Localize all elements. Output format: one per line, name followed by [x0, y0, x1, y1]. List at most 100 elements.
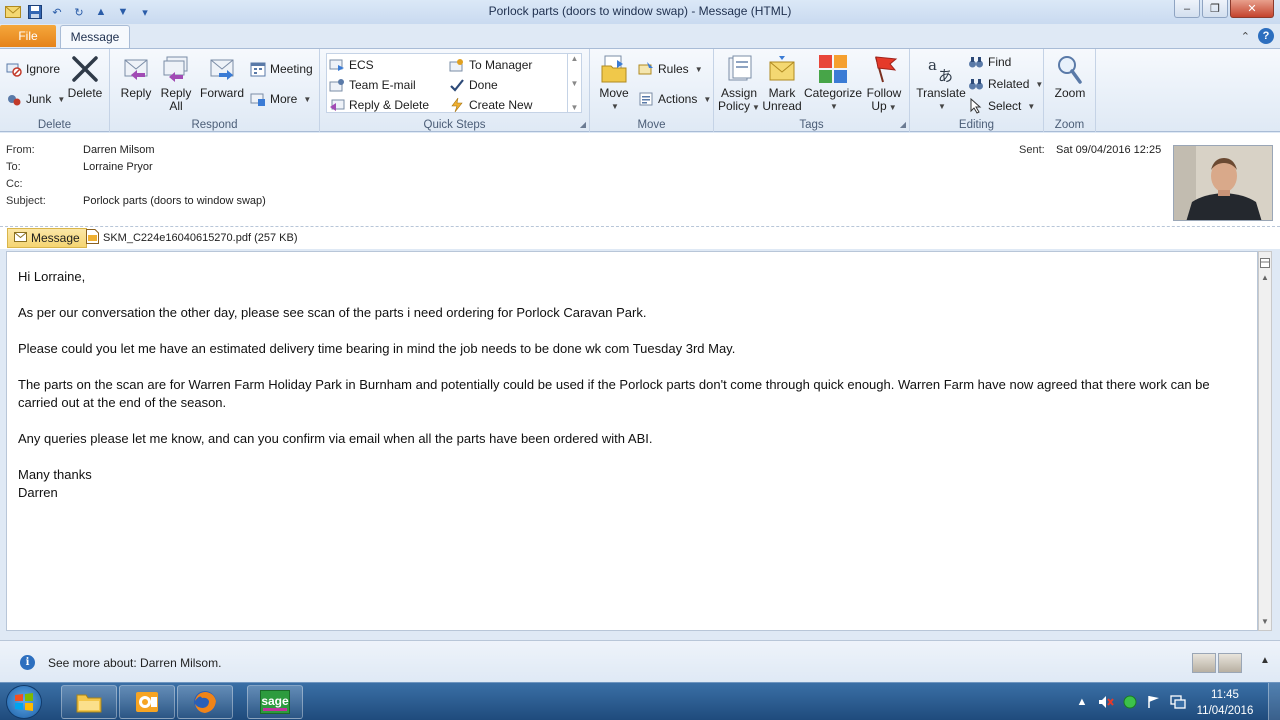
reply-button[interactable]: Reply: [118, 53, 154, 100]
message-header: From: Darren Milsom To: Lorraine Pryor C…: [0, 133, 1280, 227]
body-scrollbar[interactable]: ▲ ▼: [1258, 251, 1272, 631]
volume-muted-icon[interactable]: [1097, 693, 1115, 711]
chevron-down-icon: ▼: [938, 102, 946, 111]
zoom-label: Zoom: [1054, 86, 1086, 100]
expand-gallery-icon[interactable]: ▼: [571, 103, 579, 112]
scroll-down-icon[interactable]: ▼: [571, 79, 579, 88]
actions-icon: [638, 91, 654, 107]
more-icon: [250, 91, 266, 107]
body-paragraph-2: Please could you let me have an estimate…: [18, 341, 736, 356]
body-paragraph-3: The parts on the scan are for Warren Far…: [18, 377, 1210, 410]
translate-button[interactable]: aあ Translate ▼: [914, 53, 968, 113]
person-thumbnail[interactable]: [1218, 653, 1242, 673]
move-button[interactable]: Move ▼: [596, 53, 632, 113]
pdf-file-icon: [86, 229, 99, 247]
related-label: Related: [988, 77, 1030, 91]
move-label: Move: [599, 86, 629, 100]
maximize-button[interactable]: ❐: [1202, 0, 1228, 18]
ribbon-tab-row: File Message ⌃ ?: [0, 24, 1280, 48]
move-group-label: Move: [637, 119, 666, 131]
categorize-button[interactable]: Categorize ▼: [804, 53, 862, 113]
to-manager-icon: [449, 57, 465, 73]
assign-policy-button[interactable]: Assign Policy ▼: [718, 53, 760, 114]
minimize-ribbon-icon[interactable]: ⌃: [1241, 30, 1250, 43]
close-button[interactable]: ✕: [1230, 0, 1274, 18]
meeting-button[interactable]: Meeting: [250, 61, 313, 77]
scroll-up-icon[interactable]: ▲: [571, 54, 579, 63]
zoom-button[interactable]: Zoom: [1050, 53, 1090, 100]
forward-button[interactable]: Forward: [198, 53, 246, 100]
folder-icon: [76, 694, 102, 713]
expand-people-pane-icon[interactable]: ▲: [1260, 655, 1270, 666]
taskbar: sage ▲ 11:45 11/04/2016: [0, 682, 1280, 720]
to-value[interactable]: Lorraine Pryor: [83, 161, 153, 173]
forward-label: Forward: [199, 86, 244, 100]
show-desktop-button[interactable]: [1268, 683, 1280, 720]
minimize-button[interactable]: –: [1174, 0, 1200, 18]
zoom-group-label: Zoom: [1054, 119, 1085, 131]
person-thumbnail[interactable]: [1192, 653, 1216, 673]
mark-unread-button[interactable]: Mark Unread: [762, 53, 802, 113]
more-button[interactable]: More ▼: [250, 91, 311, 107]
sage-logo-text: sage: [261, 693, 289, 708]
taskbar-outlook[interactable]: [119, 685, 175, 719]
message-body[interactable]: Hi Lorraine, As per our conversation the…: [6, 251, 1258, 631]
quick-step-ecs[interactable]: ECS: [329, 57, 374, 73]
find-button[interactable]: Find: [968, 54, 1011, 70]
people-pane-text[interactable]: See more about: Darren Milsom.: [48, 656, 221, 670]
junk-button[interactable]: Junk ▼: [6, 91, 65, 107]
subject-label: Subject:: [6, 195, 46, 207]
taskbar-file-explorer[interactable]: [61, 685, 117, 719]
start-button[interactable]: [6, 685, 42, 719]
mark-unread-label-2: Unread: [762, 99, 802, 113]
scroll-down-icon[interactable]: ▼: [1259, 614, 1271, 628]
subject-value: Porlock parts (doors to window swap): [83, 195, 266, 207]
rules-label: Rules: [658, 62, 689, 76]
action-center-flag-icon[interactable]: [1145, 693, 1163, 711]
quick-step-to-manager[interactable]: To Manager: [449, 57, 532, 73]
delete-button[interactable]: Delete: [66, 53, 104, 100]
lightning-icon: [449, 97, 465, 113]
reply-icon: [120, 53, 152, 85]
system-clock[interactable]: 11:45 11/04/2016: [1190, 687, 1260, 719]
related-button[interactable]: Related ▼: [968, 76, 1043, 92]
meeting-label: Meeting: [270, 62, 313, 76]
panes-icon[interactable]: [1259, 256, 1271, 270]
delete-group: Ignore Junk ▼ Delete Delete: [0, 49, 110, 132]
show-hidden-icons-icon[interactable]: ▲: [1073, 693, 1091, 711]
status-green-icon[interactable]: [1121, 693, 1139, 711]
forward-icon: [206, 53, 238, 85]
quick-step-reply-delete[interactable]: Reply & Delete: [329, 97, 429, 113]
window-controls: – ❐ ✕: [1174, 0, 1274, 18]
signature: Darren: [18, 485, 58, 500]
network-icon[interactable]: [1169, 693, 1187, 711]
select-button[interactable]: Select ▼: [968, 98, 1035, 114]
ignore-button[interactable]: Ignore: [6, 61, 60, 77]
tab-file[interactable]: File: [0, 25, 56, 47]
ignore-icon: [6, 61, 22, 77]
tab-message[interactable]: Message: [60, 25, 130, 48]
quick-step-create-new[interactable]: Create New: [449, 97, 532, 113]
rules-button[interactable]: Rules ▼: [638, 61, 703, 77]
help-icon[interactable]: ?: [1258, 28, 1274, 44]
body-paragraph-4: Any queries please let me know, and can …: [18, 431, 653, 446]
sender-photo[interactable]: [1173, 145, 1273, 221]
follow-up-button[interactable]: Follow Up ▼: [864, 53, 904, 114]
quick-steps-scroll[interactable]: ▲ ▼ ▼: [567, 54, 581, 112]
translate-label: Translate: [916, 86, 966, 100]
quick-step-done[interactable]: Done: [449, 77, 498, 93]
taskbar-firefox[interactable]: [177, 685, 233, 719]
firefox-icon: [194, 691, 216, 713]
from-value[interactable]: Darren Milsom: [83, 144, 155, 156]
reply-all-icon: [160, 53, 192, 85]
actions-button[interactable]: Actions ▼: [638, 91, 711, 107]
reply-all-button[interactable]: Reply All: [158, 53, 194, 113]
taskbar-sage[interactable]: sage: [247, 685, 303, 719]
assign-policy-icon: [723, 53, 755, 85]
people-pane: i See more about: Darren Milsom. ▲: [0, 640, 1280, 682]
quick-step-team-email[interactable]: Team E-mail: [329, 77, 416, 93]
message-attachment-tab[interactable]: Message: [7, 228, 87, 248]
quick-step-to-manager-label: To Manager: [469, 58, 533, 72]
pdf-attachment[interactable]: SKM_C224e16040615270.pdf (257 KB): [86, 228, 297, 248]
scroll-up-icon[interactable]: ▲: [1259, 270, 1271, 284]
